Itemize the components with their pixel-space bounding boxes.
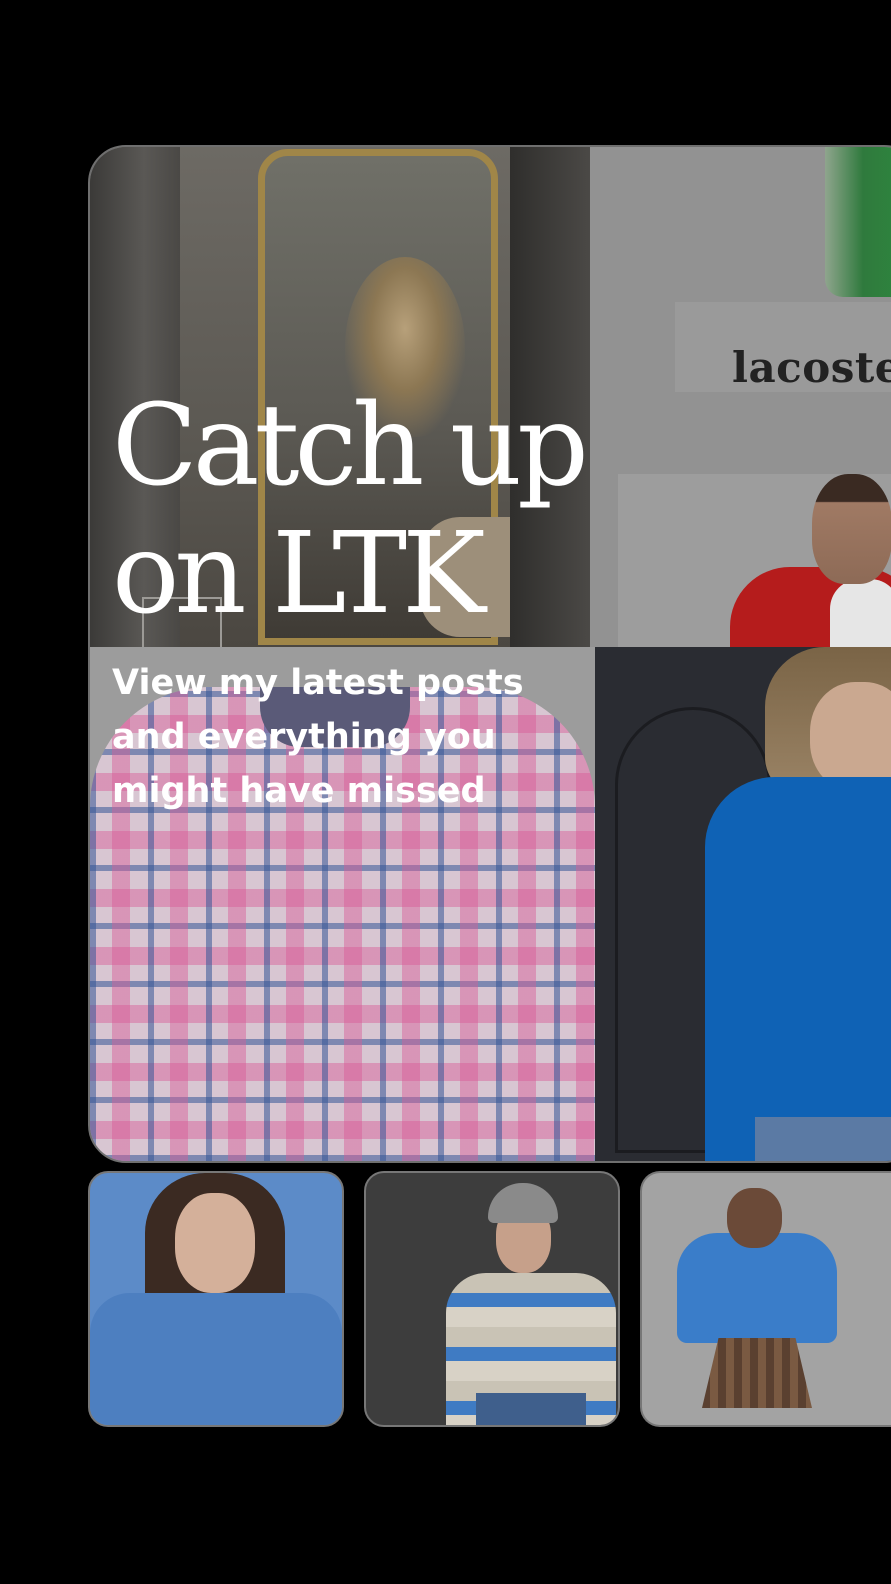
thumbnail-face [175, 1193, 255, 1293]
screen: lacoste Catch up on LTK View my latest p… [0, 0, 891, 1584]
jeans [755, 1117, 891, 1161]
green-pants [825, 147, 891, 297]
thumbnail-face [727, 1188, 782, 1248]
thumbnail-blue-sweater-skirt[interactable] [640, 1171, 891, 1427]
thumbnail-fair-isle-sweater[interactable] [364, 1171, 620, 1427]
model-face [810, 682, 891, 792]
subtext-line-1: View my latest posts [112, 663, 524, 703]
headline: Catch up on LTK [112, 381, 589, 639]
subtext-line-3: might have missed [112, 771, 486, 811]
model-head [812, 474, 891, 584]
subtext: View my latest posts and everything you … [112, 656, 532, 818]
thumbnail-jeans [476, 1393, 586, 1425]
thumbnail-skirt [702, 1338, 812, 1408]
headline-line-2: on LTK [112, 509, 486, 639]
headline-line-1: Catch up [112, 381, 589, 511]
catch-up-collage-card[interactable]: lacoste [88, 145, 891, 1163]
blue-sweater-photo [595, 647, 891, 1161]
thumbnail-beanie [488, 1183, 558, 1223]
thumbnail-sweater [677, 1233, 837, 1343]
brand-logo-text: lacoste [732, 343, 891, 392]
thumbnail-blue-sweater-1[interactable] [88, 1171, 344, 1427]
lacoste-photo: lacoste [590, 147, 891, 647]
white-tee [830, 579, 891, 647]
thumbnail-sweater [90, 1293, 342, 1425]
subtext-line-2: and everything you [112, 717, 496, 757]
blue-sweater [705, 777, 891, 1161]
